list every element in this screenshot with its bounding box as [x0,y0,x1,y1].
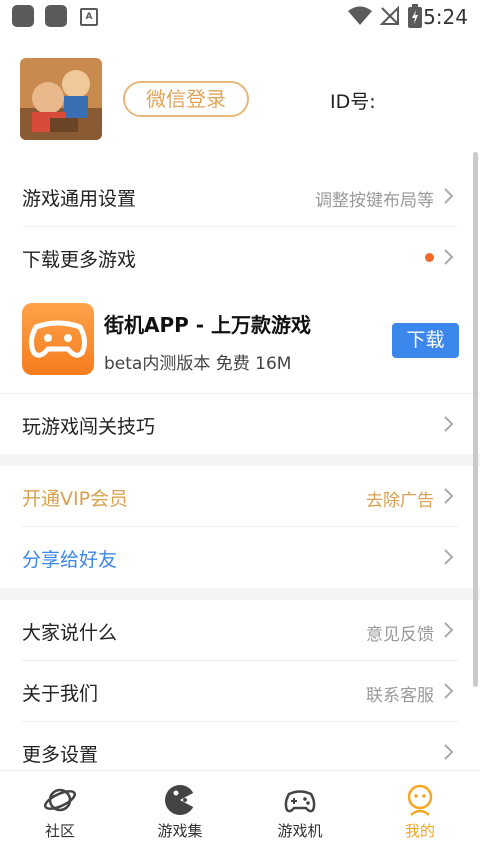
new-indicator-dot [425,253,434,262]
tab-label: 游戏集 [157,822,203,840]
chevron-right-icon [444,416,454,432]
wechat-login-button[interactable]: 微信登录 [123,81,249,117]
about-us-row[interactable]: 关于我们 联系客服 [0,661,480,722]
tab-mine[interactable]: 我的 [360,771,480,855]
share-row[interactable]: 分享给好友 [0,527,480,588]
profile-header: 微信登录 ID号: [0,40,480,152]
chevron-right-icon [444,549,454,565]
row-hint: 调整按键布局等 [315,191,434,211]
game-tips-row[interactable]: 玩游戏闯关技巧 [0,393,480,455]
download-button[interactable]: 下载 [392,323,459,358]
general-settings-row[interactable]: 游戏通用设置 调整按键布局等 [0,166,480,227]
app-promo-card[interactable]: 街机APP - 上万款游戏 beta内测版本 免费 16M 下载 [0,291,480,393]
user-id-label: ID号: [330,91,376,113]
row-hint: 联系客服 [366,686,434,706]
bottom-tab-bar: 社区 游戏集 游戏机 我的 [0,770,480,854]
avatar[interactable] [20,58,102,140]
row-label: 开通VIP会员 [22,488,129,510]
profile-icon [407,784,433,816]
row-label: 大家说什么 [22,622,118,644]
tab-label: 我的 [404,822,435,840]
row-label: 分享给好友 [22,549,118,571]
chevron-right-icon [444,188,454,204]
chevron-right-icon [444,622,454,638]
wifi-icon [348,6,372,25]
row-label: 关于我们 [22,683,99,705]
row-label: 游戏通用设置 [22,188,137,210]
row-label: 更多设置 [22,744,99,766]
gamepad-app-icon [22,303,94,375]
row-label: 下载更多游戏 [22,249,137,271]
tab-label: 游戏机 [277,822,323,840]
section-gap [0,588,480,600]
app-subtitle: beta内测版本 免费 16M [104,354,292,374]
feedback-row[interactable]: 大家说什么 意见反馈 [0,600,480,661]
notification-icon [12,5,34,27]
no-signal-icon [380,6,399,25]
chevron-right-icon [444,249,454,265]
section-gap [0,454,480,466]
row-hint: 去除广告 [366,491,434,511]
planet-icon [44,788,76,812]
chevron-right-icon [444,488,454,504]
notification-icon [45,5,67,27]
status-time: 5:24 [423,5,468,29]
scrollbar[interactable] [473,152,478,687]
gamepad-icon [284,790,316,813]
tab-game-collection[interactable]: 游戏集 [120,771,240,855]
tab-community[interactable]: 社区 [0,771,120,855]
chevron-right-icon [444,683,454,699]
chevron-right-icon [444,744,454,760]
app-title: 街机APP - 上万款游戏 [104,313,312,337]
app-badge-icon: A [80,8,98,26]
row-hint: 意见反馈 [366,625,434,645]
pacman-icon [165,785,195,815]
status-bar: A 5:24 [0,0,480,34]
tab-label: 社区 [44,822,75,840]
row-label: 玩游戏闯关技巧 [22,416,156,438]
tab-game-console[interactable]: 游戏机 [240,771,360,855]
download-more-games-row[interactable]: 下载更多游戏 [0,227,480,288]
battery-icon [408,4,422,28]
vip-row[interactable]: 开通VIP会员 去除广告 [0,466,480,527]
